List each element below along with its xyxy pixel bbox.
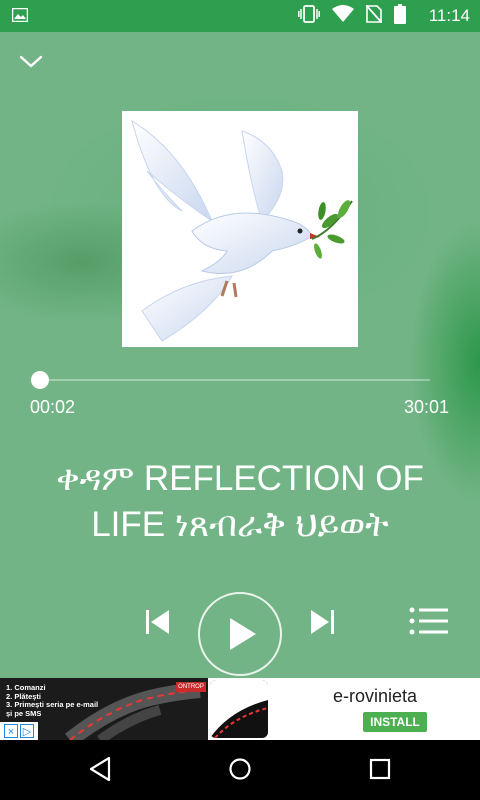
seek-bar[interactable]: [40, 379, 430, 381]
track-title: ቀዳም REFLECTION OF LIFE ነጸብራቅ ህይወት: [56, 459, 424, 544]
ad-app-icon[interactable]: [210, 680, 268, 738]
next-icon[interactable]: [306, 606, 338, 638]
playback-controls: [0, 592, 480, 676]
total-duration: 30:01: [403, 397, 449, 417]
vibrate-icon: [298, 4, 320, 28]
elapsed-time: 00:02: [30, 397, 76, 417]
seek-thumb[interactable]: [31, 371, 49, 389]
navigation-bar: [0, 740, 480, 800]
battery-icon: [394, 3, 406, 29]
status-bar: 11:14: [0, 0, 480, 32]
previous-icon[interactable]: [142, 606, 174, 638]
install-button[interactable]: INSTALL: [363, 712, 427, 732]
dove-image: [131, 119, 353, 342]
player-screen: 00:02 30:01 ቀዳም REFLECTION OF LIFE ነጸብራቅ…: [0, 32, 480, 678]
ad-banner[interactable]: 1. Comanzi 2. Plătești 3. Primești seria…: [0, 678, 480, 740]
gallery-icon: [11, 7, 29, 27]
adchoices-triangle-icon[interactable]: ▷: [20, 724, 34, 738]
adchoices-icon[interactable]: × ▷: [0, 722, 38, 740]
no-sim-icon: [365, 3, 383, 28]
ad-app-name: e-rovinieta: [332, 686, 418, 706]
queue-icon[interactable]: [408, 606, 450, 636]
recents-icon[interactable]: [368, 756, 392, 787]
album-art: [122, 111, 358, 347]
play-icon: [230, 618, 256, 650]
wifi-icon: [332, 4, 354, 28]
play-button[interactable]: [198, 592, 282, 676]
back-icon[interactable]: [88, 756, 112, 787]
collapse-icon[interactable]: [18, 52, 44, 72]
close-ad-icon[interactable]: ×: [4, 724, 18, 738]
ad-brand-logo: ONTROP: [176, 682, 206, 692]
clock: 11:14: [428, 6, 470, 25]
home-icon[interactable]: [228, 756, 252, 787]
